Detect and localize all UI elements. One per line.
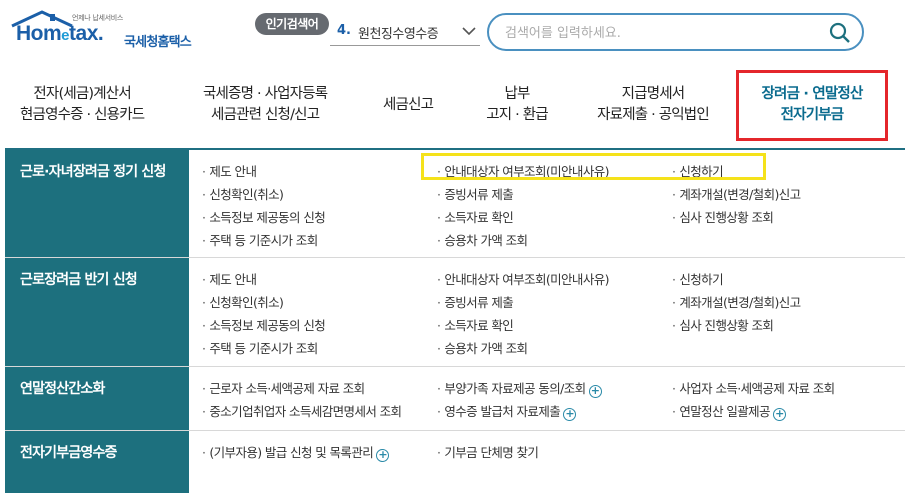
nav-label-line: 고지 · 환급 xyxy=(486,107,548,123)
menu-link[interactable]: 소득정보 제공동의 신청 xyxy=(202,206,325,229)
menu-link-label: 부양가족 자료제공 동의/조회 xyxy=(444,381,586,396)
menu-link[interactable]: 승용차 가액 조회 xyxy=(437,337,609,360)
menu-column: (기부자용) 발급 신청 및 목록관리+ xyxy=(202,441,390,464)
search-box xyxy=(487,13,864,51)
section-title: 근로장려금 반기 신청 xyxy=(5,258,189,366)
nav-label-line: 현금영수증 · 신용카드 xyxy=(20,107,145,123)
menu-link[interactable]: 소득정보 제공동의 신청 xyxy=(202,314,325,337)
menu-column: 안내대상자 여부조회(미안내사유) 증빙서류 제출 소득자료 확인 승용차 가액… xyxy=(437,268,609,360)
nav-label-line: 세금관련 신청/신고 xyxy=(211,107,320,123)
menu-link[interactable]: 소득자료 확인 xyxy=(437,206,609,229)
expand-plus-icon[interactable]: + xyxy=(563,408,577,421)
hometax-logo[interactable]: 언제나 납세서비스 Hometax. 국세청홈택스 xyxy=(10,10,200,50)
menu-link[interactable]: 주택 등 기준시가 조회 xyxy=(202,337,325,360)
section-title: 전자기부금영수증 xyxy=(5,431,189,493)
active-nav-highlight-box xyxy=(736,70,888,141)
section-e-donation-receipt: 전자기부금영수증 (기부자용) 발급 신청 및 목록관리+ 기부금 단체명 찾기 xyxy=(5,431,905,493)
menu-column: 기부금 단체명 찾기 xyxy=(437,441,539,464)
menu-link[interactable]: 심사 진행상황 조회 xyxy=(672,314,801,337)
menu-link-label: 연말정산 일괄제공 xyxy=(679,404,770,419)
menu-link[interactable]: 증빙서류 제출 xyxy=(437,291,609,314)
menu-link[interactable]: 기부금 단체명 찾기 xyxy=(437,441,539,464)
nav-payment-refund[interactable]: 납부 고지 · 환급 xyxy=(479,84,555,126)
nav-certificates-registration[interactable]: 국세증명 · 사업자등록 세금관련 신청/신고 xyxy=(203,84,328,126)
nav-label-line: 지급명세서 xyxy=(621,86,686,102)
expand-plus-icon[interactable]: + xyxy=(772,408,786,421)
nav-tax-return[interactable]: 세금신고 xyxy=(383,95,434,116)
menu-link[interactable]: 제도 안내 xyxy=(202,160,325,183)
nav-payment-statements[interactable]: 지급명세서 자료제출 · 공익법인 xyxy=(590,84,716,126)
menu-link[interactable]: 부양가족 자료제공 동의/조회+ xyxy=(437,377,602,400)
menu-link[interactable]: 중소기업취업자 소득세감면명세서 조회 xyxy=(202,400,402,423)
menu-link[interactable]: 근로자 소득·세액공제 자료 조회 xyxy=(202,377,401,400)
section-title: 연말정산간소화 xyxy=(5,367,189,430)
expand-plus-icon[interactable]: + xyxy=(588,385,602,398)
menu-column: 제도 안내 신청확인(취소) 소득정보 제공동의 신청 주택 등 기준시가 조회 xyxy=(202,160,325,252)
menu-link-label: (기부자용) 발급 신청 및 목록관리 xyxy=(209,445,374,460)
menu-column: 신청하기 계좌개설(변경/철회)신고 심사 진행상황 조회 xyxy=(672,268,801,337)
logo-wordmark: Hometax. xyxy=(16,22,104,46)
menu-link-label: 영수증 발급처 자료제출 xyxy=(444,404,561,419)
section-half-year-application: 근로장려금 반기 신청 제도 안내 신청확인(취소) 소득정보 제공동의 신청 … xyxy=(5,258,905,367)
search-input[interactable] xyxy=(505,23,805,43)
nav-label-line: 자료제출 · 공익법인 xyxy=(597,107,710,123)
chevron-down-icon xyxy=(462,27,476,36)
menu-link[interactable]: 계좌개설(변경/철회)신고 xyxy=(672,291,801,314)
menu-link[interactable]: (기부자용) 발급 신청 및 목록관리+ xyxy=(202,441,390,464)
menu-column: 사업자 소득·세액공제 자료 조회 연말정산 일괄제공+ xyxy=(672,377,835,423)
nav-label-line: 전자(세금)계산서 xyxy=(33,86,131,102)
menu-link[interactable]: 소득자료 확인 xyxy=(437,314,609,337)
search-icon[interactable] xyxy=(828,21,852,45)
nav-e-invoice[interactable]: 전자(세금)계산서 현금영수증 · 신용카드 xyxy=(20,84,145,126)
menu-link[interactable]: 영수증 발급처 자료제출+ xyxy=(437,400,602,423)
section-year-end-simplified: 연말정산간소화 근로자 소득·세액공제 자료 조회 중소기업취업자 소득세감면명… xyxy=(5,367,905,431)
popular-search-rank: 4. xyxy=(337,23,351,38)
menu-link[interactable]: 신청하기 xyxy=(672,268,801,291)
menu-link[interactable]: 승용차 가액 조회 xyxy=(437,229,609,252)
highlight-box xyxy=(421,153,766,180)
menu-column: 근로자 소득·세액공제 자료 조회 중소기업취업자 소득세감면명세서 조회 xyxy=(202,377,402,423)
nav-label-line: 납부 xyxy=(504,86,530,102)
logo-word-part: Hom xyxy=(16,22,62,45)
popular-search-term: 원천징수영수증 xyxy=(358,27,439,42)
menu-link[interactable]: 안내대상자 여부조회(미안내사유) xyxy=(437,268,609,291)
menu-link[interactable]: 주택 등 기준시가 조회 xyxy=(202,229,325,252)
menu-column: 제도 안내 신청확인(취소) 소득정보 제공동의 신청 주택 등 기준시가 조회 xyxy=(202,268,325,360)
logo-word-part: e xyxy=(61,27,70,44)
logo-word-part: tax. xyxy=(69,22,104,45)
section-title: 근로·자녀장려금 정기 신청 xyxy=(5,150,189,257)
menu-link[interactable]: 신청확인(취소) xyxy=(202,291,325,314)
logo-korean-name: 국세청홈택스 xyxy=(124,35,192,50)
nav-label-line: 세금신고 xyxy=(383,97,434,113)
menu-link[interactable]: 신청확인(취소) xyxy=(202,183,325,206)
menu-link[interactable]: 심사 진행상황 조회 xyxy=(672,206,801,229)
menu-link[interactable]: 제도 안내 xyxy=(202,268,325,291)
submenu-panel: 근로·자녀장려금 정기 신청 제도 안내 신청확인(취소) 소득정보 제공동의 … xyxy=(5,148,905,493)
menu-link[interactable]: 증빙서류 제출 xyxy=(437,183,609,206)
menu-link[interactable]: 사업자 소득·세액공제 자료 조회 xyxy=(672,377,835,400)
nav-label-line: 국세증명 · 사업자등록 xyxy=(203,86,328,102)
menu-column: 부양가족 자료제공 동의/조회+ 영수증 발급처 자료제출+ xyxy=(437,377,602,423)
menu-link[interactable]: 계좌개설(변경/철회)신고 xyxy=(672,183,801,206)
popular-search-label: 인기검색어 xyxy=(255,13,329,35)
menu-link[interactable]: 연말정산 일괄제공+ xyxy=(672,400,835,423)
expand-plus-icon[interactable]: + xyxy=(376,449,390,462)
popular-search-select[interactable]: 4. 원천징수영수증 xyxy=(330,18,480,46)
